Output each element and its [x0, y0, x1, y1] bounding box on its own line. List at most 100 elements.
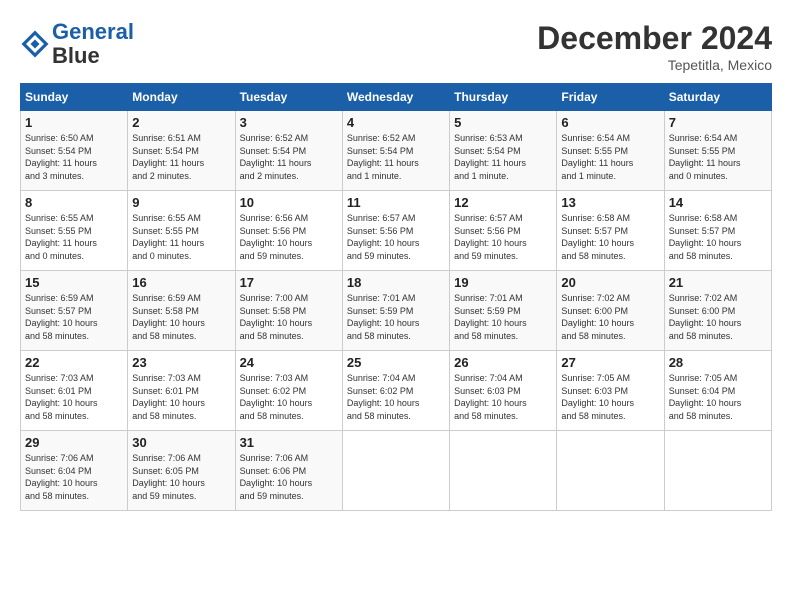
day-info: Sunrise: 6:58 AM Sunset: 5:57 PM Dayligh…	[669, 212, 767, 262]
day-number: 17	[240, 275, 338, 290]
calendar-cell: 5Sunrise: 6:53 AM Sunset: 5:54 PM Daylig…	[450, 111, 557, 191]
calendar-cell: 29Sunrise: 7:06 AM Sunset: 6:04 PM Dayli…	[21, 431, 128, 511]
location: Tepetitla, Mexico	[537, 57, 772, 73]
day-number: 20	[561, 275, 659, 290]
logo: General Blue	[20, 20, 134, 68]
calendar-cell: 4Sunrise: 6:52 AM Sunset: 5:54 PM Daylig…	[342, 111, 449, 191]
logo-line1: General	[52, 19, 134, 44]
calendar-cell: 7 Sunrise: 6:54 AM Sunset: 5:55 PM Daylig…	[664, 111, 771, 191]
day-info: Sunrise: 6:53 AM Sunset: 5:54 PM Dayligh…	[454, 132, 552, 182]
weekday-header-sunday: Sunday	[21, 84, 128, 111]
calendar-cell: 1 Sunrise: 6:50 AM Sunset: 5:54 PM Daylig…	[21, 111, 128, 191]
calendar-cell: 27 Sunrise: 7:05 AM Sunset: 6:03 PM Dayli…	[557, 351, 664, 431]
day-number: 1	[25, 115, 123, 130]
day-info: Sunrise: 6:52 AM Sunset: 5:54 PM Dayligh…	[347, 132, 445, 182]
calendar-cell: 28 Sunrise: 7:05 AM Sunset: 6:04 PM Dayli…	[664, 351, 771, 431]
day-number: 22	[25, 355, 123, 370]
calendar-cell: 10Sunrise: 6:56 AM Sunset: 5:56 PM Dayli…	[235, 191, 342, 271]
calendar-cell: 21 Sunrise: 7:02 AM Sunset: 6:00 PM Dayli…	[664, 271, 771, 351]
month-title: December 2024	[537, 20, 772, 57]
day-info: Sunrise: 6:54 AM Sunset: 5:55 PM Dayligh…	[669, 132, 767, 182]
day-info: Sunrise: 7:06 AM Sunset: 6:06 PM Dayligh…	[240, 452, 338, 502]
day-number: 14	[669, 195, 767, 210]
day-number: 6	[561, 115, 659, 130]
title-block: December 2024 Tepetitla, Mexico	[537, 20, 772, 73]
calendar-week-row: 8 Sunrise: 6:55 AM Sunset: 5:55 PM Daylig…	[21, 191, 772, 271]
day-info: Sunrise: 7:03 AM Sunset: 6:02 PM Dayligh…	[240, 372, 338, 422]
calendar-cell: 20 Sunrise: 7:02 AM Sunset: 6:00 PM Dayli…	[557, 271, 664, 351]
day-info: Sunrise: 6:58 AM Sunset: 5:57 PM Dayligh…	[561, 212, 659, 262]
day-info: Sunrise: 7:00 AM Sunset: 5:58 PM Dayligh…	[240, 292, 338, 342]
day-number: 9	[132, 195, 230, 210]
day-info: Sunrise: 7:05 AM Sunset: 6:04 PM Dayligh…	[669, 372, 767, 422]
day-number: 2	[132, 115, 230, 130]
calendar-week-row: 29Sunrise: 7:06 AM Sunset: 6:04 PM Dayli…	[21, 431, 772, 511]
day-number: 8	[25, 195, 123, 210]
day-info: Sunrise: 6:55 AM Sunset: 5:55 PM Dayligh…	[25, 212, 123, 262]
day-number: 24	[240, 355, 338, 370]
calendar-cell: 15 Sunrise: 6:59 AM Sunset: 5:57 PM Dayli…	[21, 271, 128, 351]
calendar-cell: 19Sunrise: 7:01 AM Sunset: 5:59 PM Dayli…	[450, 271, 557, 351]
weekday-header-saturday: Saturday	[664, 84, 771, 111]
weekday-header-tuesday: Tuesday	[235, 84, 342, 111]
day-number: 7	[669, 115, 767, 130]
calendar-cell: 18 Sunrise: 7:01 AM Sunset: 5:59 PM Dayli…	[342, 271, 449, 351]
weekday-header-wednesday: Wednesday	[342, 84, 449, 111]
weekday-header-row: SundayMondayTuesdayWednesdayThursdayFrid…	[21, 84, 772, 111]
day-info: Sunrise: 7:05 AM Sunset: 6:03 PM Dayligh…	[561, 372, 659, 422]
day-number: 27	[561, 355, 659, 370]
page-header: General Blue December 2024 Tepetitla, Me…	[20, 20, 772, 73]
day-info: Sunrise: 6:57 AM Sunset: 5:56 PM Dayligh…	[454, 212, 552, 262]
day-info: Sunrise: 7:04 AM Sunset: 6:03 PM Dayligh…	[454, 372, 552, 422]
calendar-cell	[664, 431, 771, 511]
weekday-header-monday: Monday	[128, 84, 235, 111]
day-info: Sunrise: 6:57 AM Sunset: 5:56 PM Dayligh…	[347, 212, 445, 262]
calendar-cell: 2Sunrise: 6:51 AM Sunset: 5:54 PM Daylig…	[128, 111, 235, 191]
day-number: 21	[669, 275, 767, 290]
day-info: Sunrise: 6:59 AM Sunset: 5:57 PM Dayligh…	[25, 292, 123, 342]
day-number: 3	[240, 115, 338, 130]
day-info: Sunrise: 6:50 AM Sunset: 5:54 PM Dayligh…	[25, 132, 123, 182]
day-info: Sunrise: 7:01 AM Sunset: 5:59 PM Dayligh…	[347, 292, 445, 342]
calendar-cell	[557, 431, 664, 511]
weekday-header-thursday: Thursday	[450, 84, 557, 111]
calendar-cell: 24 Sunrise: 7:03 AM Sunset: 6:02 PM Dayli…	[235, 351, 342, 431]
calendar-cell	[342, 431, 449, 511]
day-info: Sunrise: 6:59 AM Sunset: 5:58 PM Dayligh…	[132, 292, 230, 342]
calendar-cell: 22 Sunrise: 7:03 AM Sunset: 6:01 PM Dayli…	[21, 351, 128, 431]
calendar-header: SundayMondayTuesdayWednesdayThursdayFrid…	[21, 84, 772, 111]
calendar-cell: 31 Sunrise: 7:06 AM Sunset: 6:06 PM Dayli…	[235, 431, 342, 511]
day-info: Sunrise: 6:52 AM Sunset: 5:54 PM Dayligh…	[240, 132, 338, 182]
calendar-cell: 23Sunrise: 7:03 AM Sunset: 6:01 PM Dayli…	[128, 351, 235, 431]
day-info: Sunrise: 7:02 AM Sunset: 6:00 PM Dayligh…	[561, 292, 659, 342]
calendar-cell: 26 Sunrise: 7:04 AM Sunset: 6:03 PM Dayli…	[450, 351, 557, 431]
day-number: 18	[347, 275, 445, 290]
calendar-cell: 11 Sunrise: 6:57 AM Sunset: 5:56 PM Dayli…	[342, 191, 449, 271]
calendar-cell: 6 Sunrise: 6:54 AM Sunset: 5:55 PM Daylig…	[557, 111, 664, 191]
day-info: Sunrise: 7:06 AM Sunset: 6:04 PM Dayligh…	[25, 452, 123, 502]
logo-text: General Blue	[52, 20, 134, 68]
day-info: Sunrise: 6:54 AM Sunset: 5:55 PM Dayligh…	[561, 132, 659, 182]
day-number: 31	[240, 435, 338, 450]
day-number: 26	[454, 355, 552, 370]
day-number: 23	[132, 355, 230, 370]
day-info: Sunrise: 6:56 AM Sunset: 5:56 PM Dayligh…	[240, 212, 338, 262]
day-number: 30	[132, 435, 230, 450]
calendar-week-row: 15 Sunrise: 6:59 AM Sunset: 5:57 PM Dayli…	[21, 271, 772, 351]
day-number: 11	[347, 195, 445, 210]
day-number: 16	[132, 275, 230, 290]
day-number: 13	[561, 195, 659, 210]
calendar-cell	[450, 431, 557, 511]
calendar-cell: 14 Sunrise: 6:58 AM Sunset: 5:57 PM Dayli…	[664, 191, 771, 271]
day-info: Sunrise: 7:01 AM Sunset: 5:59 PM Dayligh…	[454, 292, 552, 342]
calendar-table: SundayMondayTuesdayWednesdayThursdayFrid…	[20, 83, 772, 511]
day-number: 12	[454, 195, 552, 210]
day-number: 15	[25, 275, 123, 290]
day-info: Sunrise: 7:03 AM Sunset: 6:01 PM Dayligh…	[25, 372, 123, 422]
calendar-week-row: 1 Sunrise: 6:50 AM Sunset: 5:54 PM Daylig…	[21, 111, 772, 191]
calendar-week-row: 22 Sunrise: 7:03 AM Sunset: 6:01 PM Dayli…	[21, 351, 772, 431]
day-number: 25	[347, 355, 445, 370]
calendar-cell: 8 Sunrise: 6:55 AM Sunset: 5:55 PM Daylig…	[21, 191, 128, 271]
day-info: Sunrise: 7:02 AM Sunset: 6:00 PM Dayligh…	[669, 292, 767, 342]
day-number: 28	[669, 355, 767, 370]
